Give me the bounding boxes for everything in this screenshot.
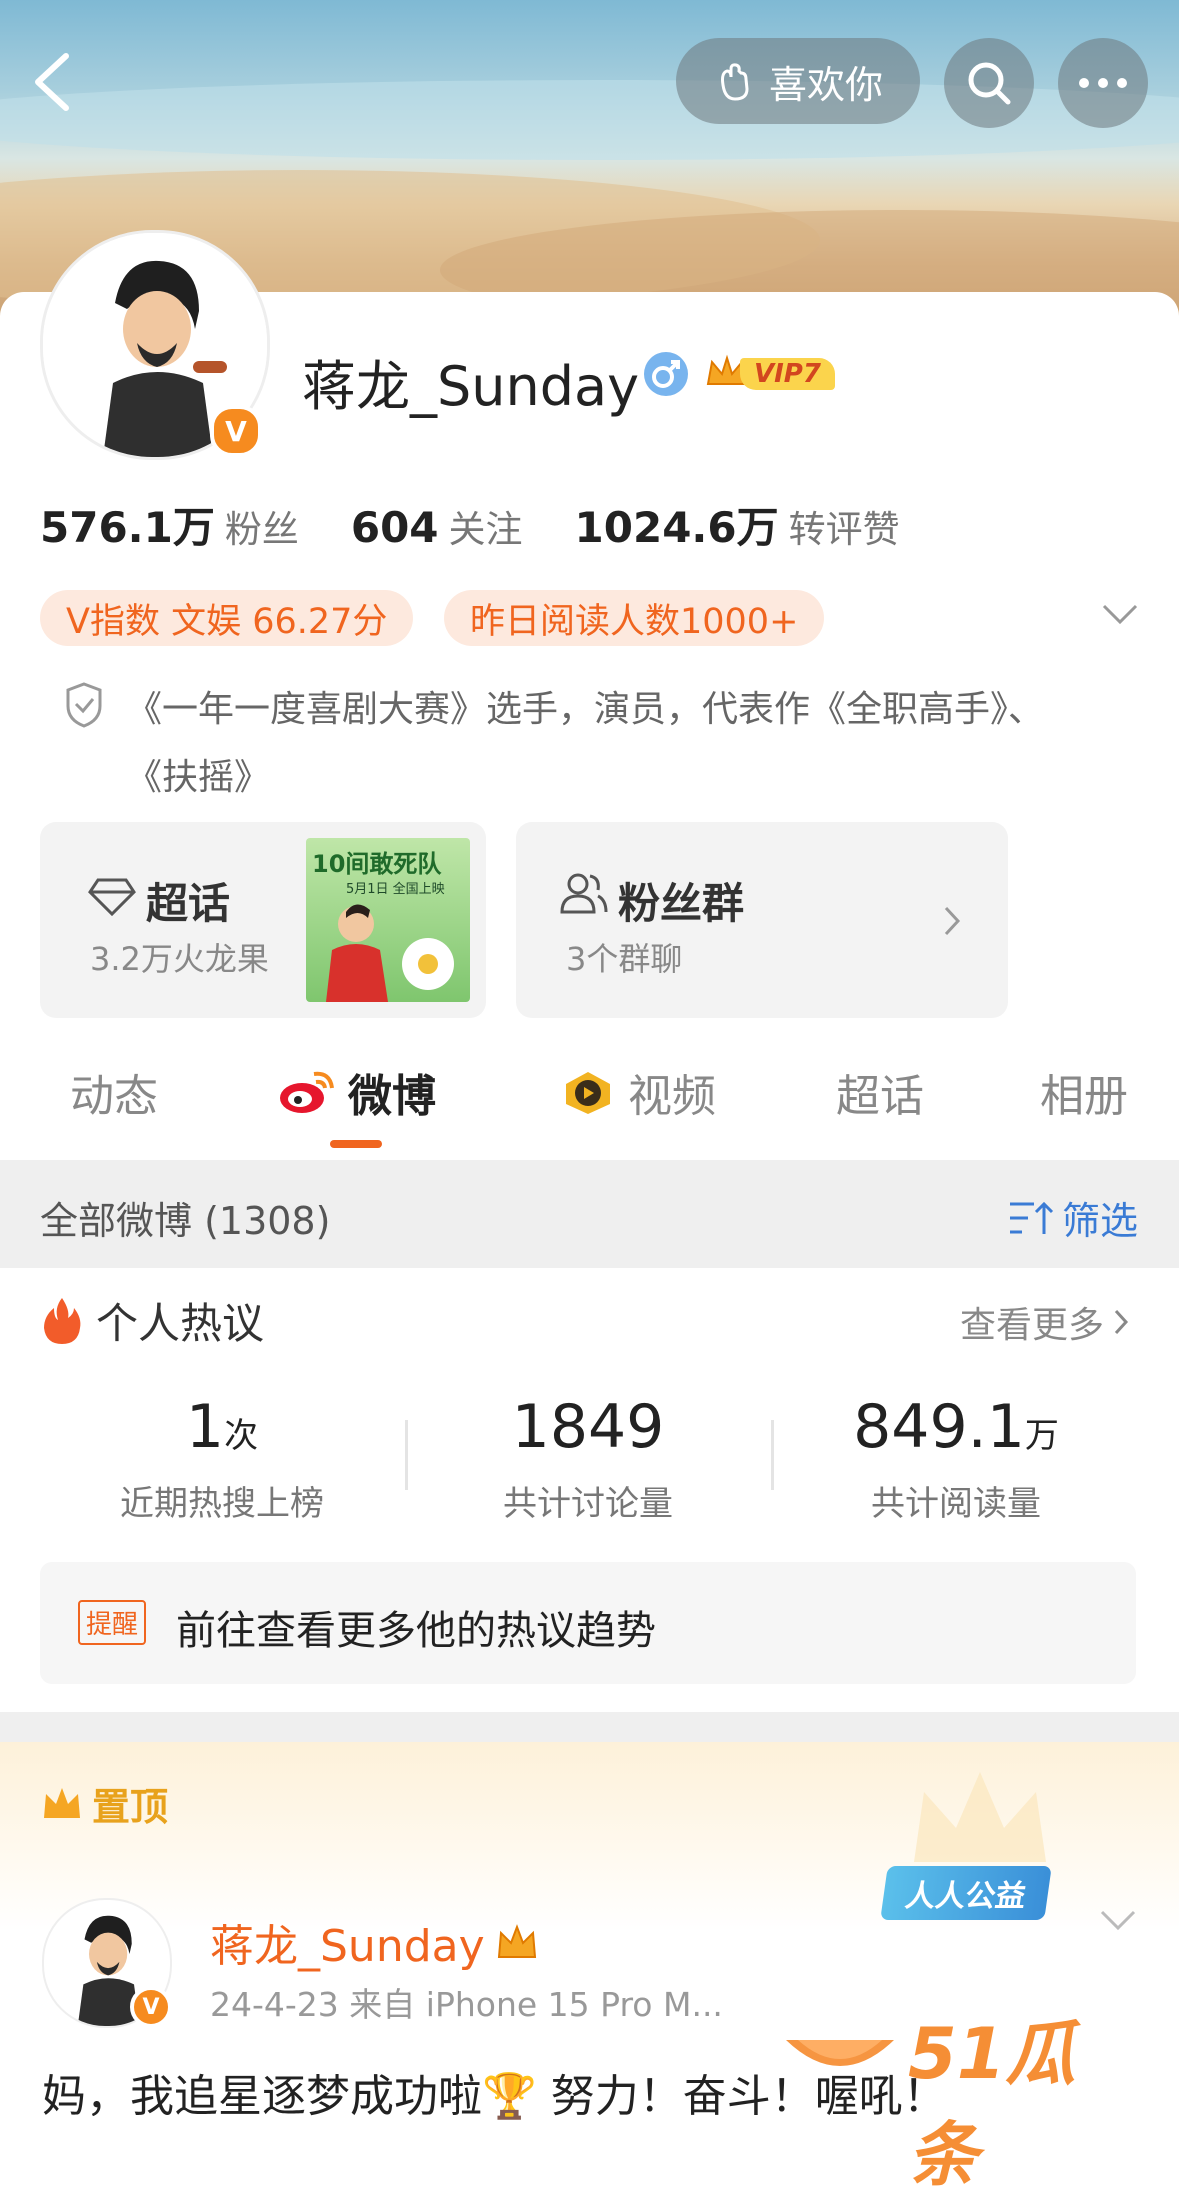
stat-reads-num: 849.1	[853, 1392, 1025, 1462]
stat-trending-label: 近期热搜上榜	[120, 1484, 324, 1524]
diamond-icon	[88, 878, 136, 916]
reminder-tag: 提醒	[78, 1600, 147, 1645]
tab-weibo-label: 微博	[348, 1071, 436, 1122]
tab-dynamic-label: 动态	[70, 1071, 158, 1122]
crown-watermark-icon	[914, 1772, 1046, 1862]
watermark-text: 51瓜条	[908, 2013, 1076, 2196]
chevron-right-icon	[1114, 1309, 1129, 1335]
followers-label: 粉丝	[224, 508, 299, 551]
group-icon	[560, 873, 608, 914]
flame-icon	[44, 1297, 81, 1344]
shield-icon	[66, 682, 102, 728]
video-play-icon	[566, 1072, 610, 1114]
view-more-label: 查看更多	[960, 1305, 1105, 1346]
charity-badge[interactable]: 人人公益	[880, 1866, 1052, 1920]
stat-reads-label: 共计阅读量	[871, 1484, 1041, 1524]
stat-discussion[interactable]: 1849 共计讨论量	[438, 1392, 738, 1525]
stat-reads-unit: 万	[1024, 1416, 1059, 1456]
profile-stats: 576.1万 粉丝 604 关注 1024.6万 转评赞	[40, 494, 952, 555]
poster-title: 10间敢死队	[312, 850, 442, 878]
tab-album-label: 相册	[1040, 1071, 1128, 1122]
gender-male-icon	[644, 352, 688, 396]
tab-weibo[interactable]: 微博	[278, 1060, 436, 1124]
view-more-link[interactable]: 查看更多	[960, 1296, 1130, 1348]
tab-super-topic-label: 超话	[836, 1071, 924, 1122]
following-label: 关注	[448, 508, 523, 551]
super-topic-sub: 3.2万火龙果	[90, 940, 269, 978]
post-verified-badge: V	[130, 1986, 172, 2028]
vip-badge[interactable]: VIP7	[704, 350, 835, 398]
interactions-label: 转评赞	[788, 508, 900, 551]
hot-topics-title: 个人热议	[96, 1299, 265, 1348]
tab-dynamic[interactable]: 动态	[70, 1060, 158, 1124]
pinned-label-row: 置顶	[40, 1776, 168, 1831]
charity-badge-label: 人人公益	[903, 1879, 1028, 1914]
fan-group-sub: 3个群聊	[566, 940, 683, 978]
active-tab-indicator	[330, 1140, 382, 1148]
stat-discussion-label: 共计讨论量	[503, 1484, 673, 1524]
read-count-tag[interactable]: 昨日阅读人数1000+	[444, 590, 825, 646]
filter-button[interactable]: 筛选	[1008, 1190, 1138, 1245]
like-you-label: 喜欢你	[768, 62, 883, 107]
more-button[interactable]	[1058, 38, 1148, 128]
watermelon-logo-icon	[786, 2040, 894, 2066]
stat-reads[interactable]: 849.1万 共计阅读量	[806, 1392, 1106, 1525]
hand-wave-icon	[720, 63, 749, 101]
post-meta: 24-4-23 来自 iPhone 15 Pro M...	[210, 1985, 723, 2024]
hot-topics-header: 个人热议	[40, 1290, 264, 1351]
tab-album[interactable]: 相册	[1040, 1060, 1128, 1124]
super-topic-title: 超话	[146, 879, 231, 928]
search-icon	[968, 62, 1011, 105]
chevron-down-icon[interactable]	[1100, 600, 1140, 628]
stat-trending-unit: 次	[224, 1416, 259, 1456]
weibo-logo-icon	[280, 1071, 334, 1113]
divider	[771, 1420, 774, 1490]
divider	[405, 1420, 408, 1490]
super-topic-card[interactable]: 超话 3.2万火龙果 10间敢死队 5月1日 全国上映	[40, 822, 486, 1018]
stat-trending[interactable]: 1次 近期热搜上榜	[72, 1392, 372, 1525]
tab-super-topic[interactable]: 超话	[836, 1060, 924, 1124]
reminder-text: 前往查看更多他的热议趋势	[176, 1608, 656, 1654]
stat-discussion-num: 1849	[511, 1392, 665, 1462]
trend-reminder[interactable]: 提醒 前往查看更多他的热议趋势	[40, 1562, 1136, 1684]
more-dots-icon	[1079, 78, 1127, 88]
like-you-button[interactable]: 喜欢你	[676, 38, 920, 124]
followers-count[interactable]: 576.1万	[40, 494, 215, 555]
pinned-label: 置顶	[92, 1785, 169, 1829]
tab-video[interactable]: 视频	[560, 1060, 716, 1124]
fan-group-card[interactable]: 粉丝群 3个群聊	[516, 822, 1008, 1018]
post-author-row[interactable]: 蒋龙_Sunday	[210, 1910, 539, 1974]
site-watermark: 51瓜条	[780, 1990, 1140, 2196]
profile-bio: 《一年一度喜剧大赛》选手，演员，代表作《全职高手》、《扶摇》	[126, 689, 1045, 798]
verified-badge: V	[210, 405, 262, 457]
all-posts-label[interactable]: 全部微博 (1308)	[40, 1190, 330, 1245]
chevron-down-icon[interactable]	[1098, 1906, 1138, 1934]
crown-icon	[44, 1787, 80, 1818]
vip-label: VIP7	[740, 358, 835, 390]
search-button[interactable]	[944, 38, 1034, 128]
crown-icon	[497, 1924, 536, 1958]
filter-label: 筛选	[1062, 1199, 1139, 1243]
chevron-right-icon	[944, 906, 961, 936]
stat-trending-num: 1	[185, 1392, 225, 1462]
filter-icon	[1010, 1201, 1054, 1234]
post-author-name: 蒋龙_Sunday	[210, 1921, 485, 1972]
movie-poster[interactable]: 10间敢死队 5月1日 全国上映	[306, 838, 470, 1002]
v-index-tag[interactable]: V指数 文娱 66.27分	[40, 590, 414, 646]
fan-group-title: 粉丝群	[618, 879, 745, 928]
interactions-count[interactable]: 1024.6万	[575, 494, 779, 555]
profile-name: 蒋龙_Sunday	[302, 355, 640, 418]
section-separator	[0, 1712, 1179, 1742]
following-count[interactable]: 604	[351, 503, 439, 552]
tab-video-label: 视频	[628, 1071, 716, 1122]
back-button[interactable]	[28, 50, 84, 114]
